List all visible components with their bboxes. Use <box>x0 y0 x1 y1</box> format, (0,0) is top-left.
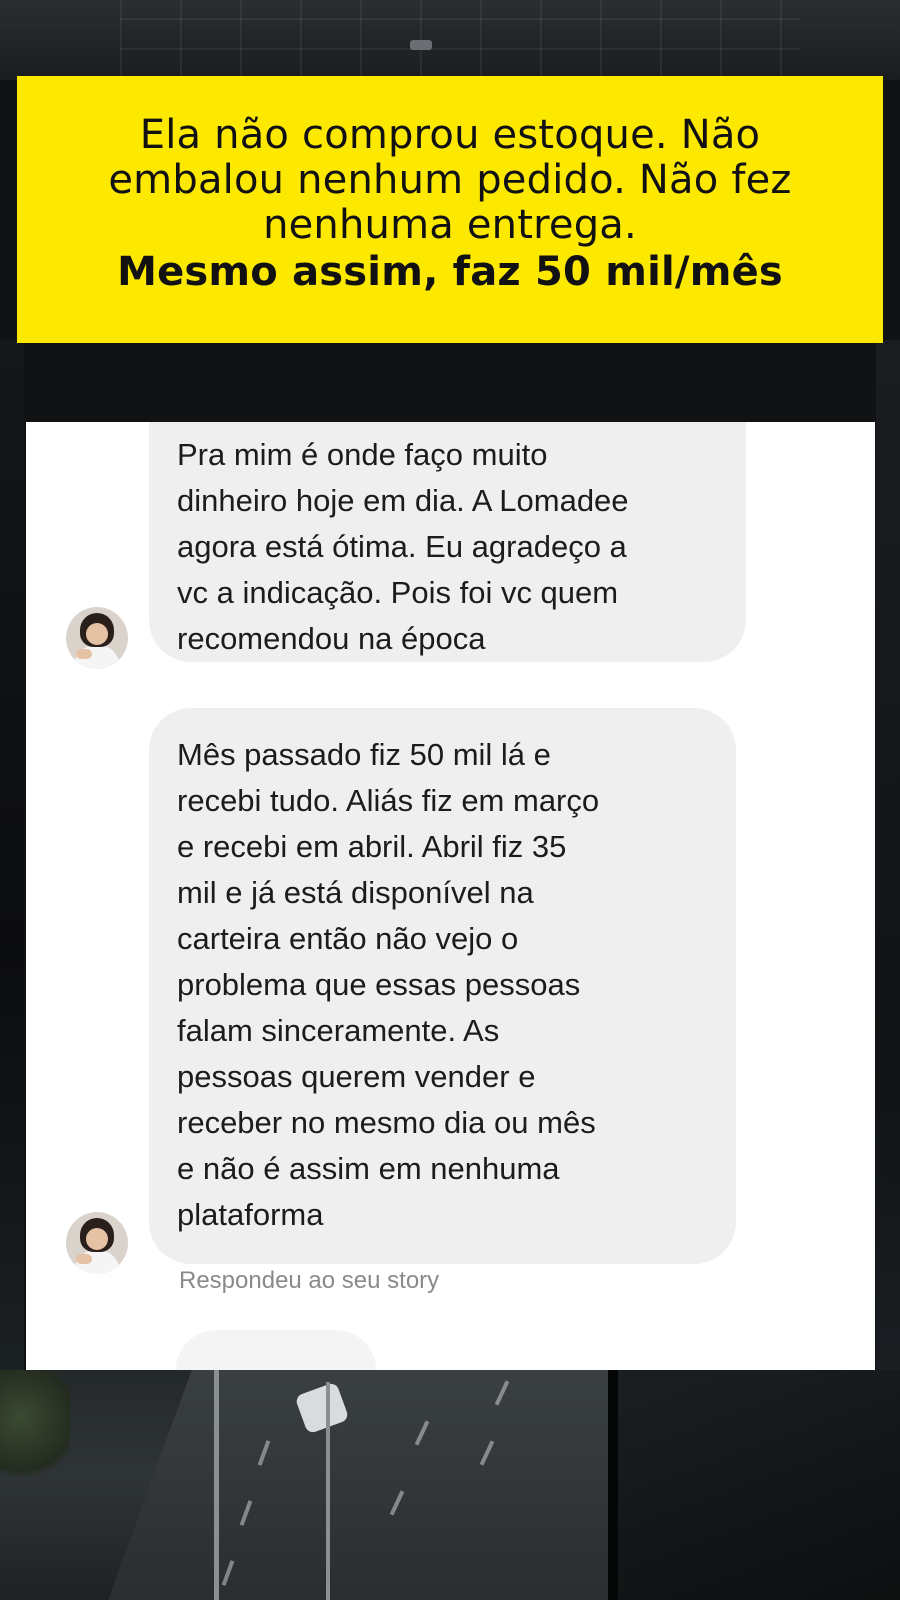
message-line: Mês passado fiz 50 mil lá e <box>177 737 551 772</box>
caption-banner: Ela não comprou estoque. Não embalou nen… <box>17 76 883 343</box>
street-light-pole <box>326 1382 330 1600</box>
message-line: agora está ótima. Eu agradeço a <box>177 529 627 564</box>
caption-line: embalou nenhum pedido. Não fez <box>108 157 792 203</box>
message-bubble: Pra mim é onde faço muito dinheiro hoje … <box>149 422 746 662</box>
message-line: problema que essas pessoas <box>177 967 581 1002</box>
window-frame-right <box>608 1370 900 1600</box>
story-reply-note: Respondeu ao seu story <box>179 1267 440 1294</box>
message-line: recebi tudo. Aliás fiz em março <box>177 783 600 818</box>
message-bubble: Mês passado fiz 50 mil lá e recebi tudo.… <box>149 708 736 1264</box>
message-line: receber no mesmo dia ou mês <box>177 1105 596 1140</box>
message-line: recomendou na época <box>177 621 486 656</box>
message-line: vc a indicação. Pois foi vc quem <box>177 575 619 610</box>
message-line: e não é assim em nenhuma <box>177 1151 560 1186</box>
window-mullion <box>608 1370 618 1600</box>
message-line: falam sinceramente. As <box>177 1013 500 1048</box>
caption-line: nenhuma entrega. <box>263 202 637 248</box>
caption-line: Ela não comprou estoque. Não <box>139 112 761 158</box>
message-line: Pra mim é onde faço muito <box>177 437 548 472</box>
ceiling-lamp <box>410 40 432 50</box>
ceiling <box>0 0 900 80</box>
user-avatar-photo-icon[interactable] <box>66 1212 128 1274</box>
caption-headline: Mesmo assim, faz 50 mil/mês <box>117 249 783 295</box>
tree <box>0 1370 70 1490</box>
left-wall <box>0 340 24 1370</box>
message-line: plataforma <box>177 1197 324 1232</box>
next-message-bubble-peek <box>176 1330 376 1370</box>
ceiling-grid <box>120 0 800 80</box>
right-wall <box>876 340 900 1370</box>
user-avatar-photo-icon[interactable] <box>66 607 128 669</box>
window-frame-post <box>214 1370 219 1600</box>
message-line: mil e já está disponível na <box>177 875 534 910</box>
message-line: carteira então não vejo o <box>177 921 519 956</box>
message-line: e recebi em abril. Abril fiz 35 <box>177 829 567 864</box>
chat-screenshot: Pra mim é onde faço muito dinheiro hoje … <box>26 422 875 1370</box>
message-line: dinheiro hoje em dia. A Lomadee <box>177 483 629 518</box>
message-line: pessoas querem vender e <box>177 1059 536 1094</box>
